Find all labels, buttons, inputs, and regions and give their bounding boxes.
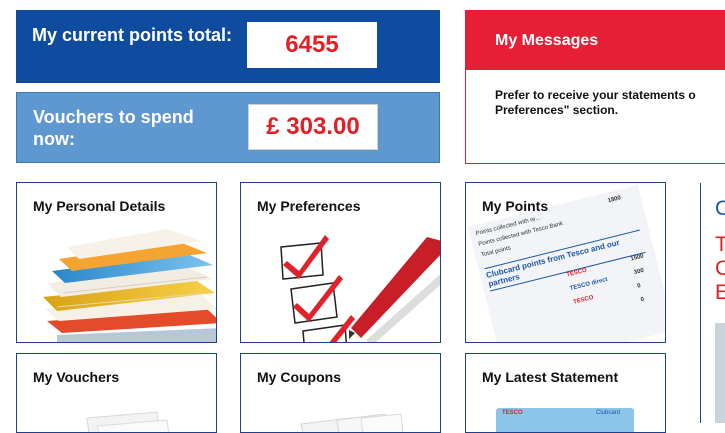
- tile-points[interactable]: Points collected with re... 1800 Points …: [465, 182, 666, 343]
- statement-card-text: Clubcard: [596, 410, 621, 416]
- tile-latest-statement-title: My Latest Statement: [482, 369, 619, 385]
- messages-text-line-2: Preferences" section.: [495, 103, 619, 117]
- promo-banner[interactable]: C T C E: [700, 183, 725, 423]
- points-total-label: My current points total:: [32, 25, 233, 45]
- tile-preferences-title: My Preferences: [257, 198, 361, 214]
- messages-title: My Messages: [466, 11, 725, 70]
- partner-row-2-value: 300: [633, 267, 645, 277]
- promo-line-2: T: [715, 233, 725, 256]
- vouchers-value: £ 303.00: [248, 104, 378, 150]
- messages-panel: My Messages Prefer to receive your state…: [465, 10, 725, 164]
- tile-latest-statement[interactable]: TESCO Clubcard My Latest Statement: [465, 353, 666, 433]
- statement-icon: TESCO Clubcard: [496, 408, 634, 432]
- promo-line-4: E: [715, 281, 725, 304]
- tile-coupons-title: My Coupons: [257, 369, 341, 385]
- promo-line-3: C: [715, 257, 725, 280]
- points-row-1-value: 1800: [607, 195, 622, 205]
- partner-row-4-value: 0: [640, 296, 645, 304]
- points-row-3-label: Total points: [480, 245, 512, 259]
- tile-personal-details[interactable]: My Personal Details: [16, 182, 217, 343]
- points-total-value: 6455: [247, 22, 377, 68]
- tile-personal-details-title: My Personal Details: [33, 198, 166, 214]
- statement-card-brand: TESCO: [502, 410, 523, 416]
- messages-text-line-1: Prefer to receive your statements o: [495, 88, 696, 102]
- points-total-panel: My current points total: 6455: [16, 10, 440, 83]
- partner-row-3-value: 0: [636, 283, 642, 290]
- vouchers-panel: Vouchers to spend now: £ 303.00: [16, 92, 440, 163]
- tile-vouchers-title: My Vouchers: [33, 369, 120, 385]
- vouchers-label: Vouchers to spend now:: [33, 107, 194, 149]
- promo-image: [715, 323, 725, 423]
- partner-row-3-label: TESCO: [572, 294, 595, 306]
- partner-row-2-label: TESCO direct: [569, 276, 609, 293]
- tile-preferences[interactable]: My Preferences: [240, 182, 441, 343]
- tile-coupons[interactable]: My Coupons: [240, 353, 441, 433]
- tile-vouchers[interactable]: My Vouchers: [16, 353, 217, 433]
- promo-line-1: C: [715, 197, 725, 220]
- messages-text: Prefer to receive your statements o Pref…: [495, 88, 725, 118]
- vouchers-icon: [86, 411, 170, 432]
- tile-points-title: My Points: [482, 198, 549, 214]
- coupons-icon: [300, 413, 404, 432]
